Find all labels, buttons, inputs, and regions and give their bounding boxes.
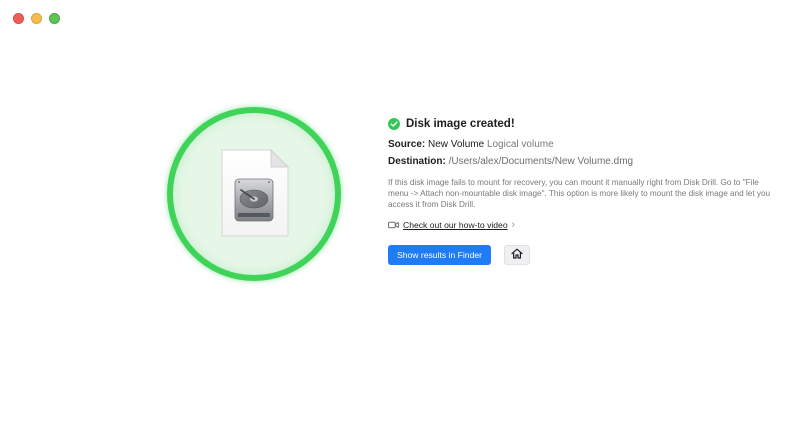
result-panel: Disk image created! Source: New Volume L… bbox=[388, 116, 778, 265]
source-name: New Volume bbox=[428, 139, 485, 150]
video-camera-icon bbox=[388, 221, 399, 229]
source-label: Source: bbox=[388, 139, 426, 150]
destination-label: Destination: bbox=[388, 156, 446, 167]
action-row: Show results in Finder bbox=[388, 245, 778, 265]
minimize-window-button[interactable] bbox=[31, 13, 42, 24]
home-button[interactable] bbox=[504, 245, 530, 265]
home-icon bbox=[511, 246, 523, 264]
window-controls bbox=[13, 13, 60, 24]
disk-image-file-icon bbox=[221, 149, 289, 237]
status-row: Disk image created! bbox=[388, 116, 778, 132]
destination-line: Destination: /Users/alex/Documents/New V… bbox=[388, 155, 778, 169]
status-title: Disk image created! bbox=[406, 118, 515, 130]
source-type: Logical volume bbox=[486, 139, 554, 150]
howto-video-link[interactable]: Check out our how-to video bbox=[403, 220, 508, 230]
description-text: If this disk image fails to mount for re… bbox=[388, 178, 771, 209]
source-line: Source: New Volume Logical volume bbox=[388, 138, 778, 152]
howto-link-row[interactable]: Check out our how-to video › bbox=[388, 219, 778, 231]
destination-path: /Users/alex/Documents/New Volume.dmg bbox=[448, 156, 634, 167]
checkmark-circle-icon bbox=[388, 118, 400, 130]
close-window-button[interactable] bbox=[13, 13, 24, 24]
show-results-in-finder-button[interactable]: Show results in Finder bbox=[388, 245, 491, 265]
maximize-window-button[interactable] bbox=[49, 13, 60, 24]
chevron-right-icon: › bbox=[511, 219, 515, 230]
app-window: Disk image created! Source: New Volume L… bbox=[0, 0, 800, 422]
